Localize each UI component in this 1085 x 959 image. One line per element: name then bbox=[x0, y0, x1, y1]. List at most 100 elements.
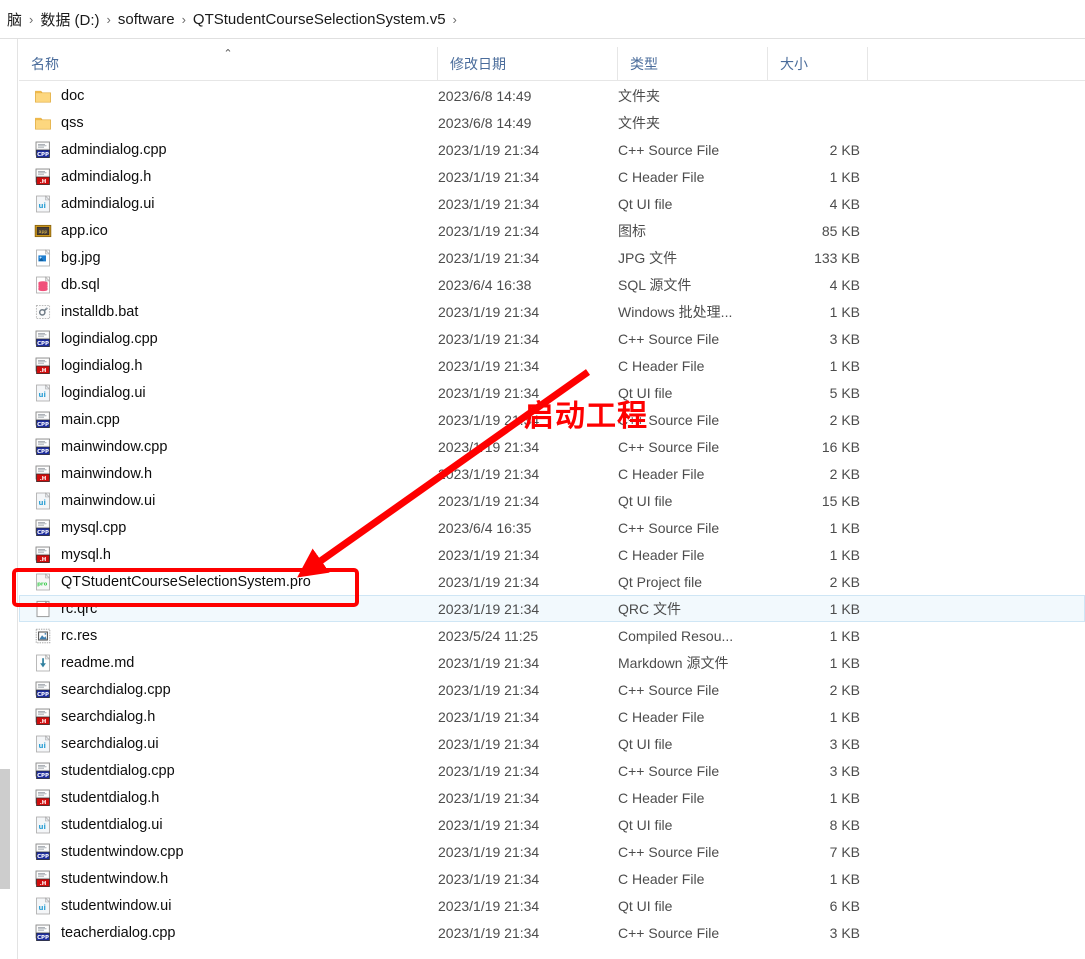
file-name-cell[interactable]: pro QTStudentCourseSelectionSystem.pro bbox=[20, 572, 438, 591]
file-name-cell[interactable]: CPP searchdialog.cpp bbox=[20, 681, 438, 699]
file-type-cell: C++ Source File bbox=[618, 141, 720, 158]
file-name-cell[interactable]: CPP mysql.cpp bbox=[20, 519, 438, 537]
file-size-cell: 3 KB bbox=[829, 735, 860, 752]
svg-text:app: app bbox=[39, 230, 48, 235]
file-date-cell: 2023/1/19 21:34 bbox=[438, 897, 540, 914]
h-file-icon: .H bbox=[34, 168, 52, 186]
file-row[interactable]: pro QTStudentCourseSelectionSystem.pro 20… bbox=[19, 568, 1085, 595]
file-name-cell[interactable]: bg.jpg bbox=[20, 248, 438, 267]
file-name-cell[interactable]: .H mysql.h bbox=[20, 546, 438, 564]
column-header-name[interactable]: ⌃ 名称 bbox=[19, 47, 437, 81]
file-name-cell[interactable]: readme.md bbox=[20, 653, 438, 672]
file-row[interactable]: .H studentdialog.h 2023/1/19 21:34 C Heade… bbox=[19, 784, 1085, 811]
file-name-label: studentwindow.ui bbox=[61, 897, 172, 914]
file-row[interactable]: ui mainwindow.ui 2023/1/19 21:34 Qt UI fil… bbox=[19, 487, 1085, 514]
ui-file-icon: ui bbox=[34, 491, 52, 510]
file-row[interactable]: qss 2023/6/8 14:49 文件夹 bbox=[19, 109, 1085, 136]
file-name-cell[interactable]: .H admindialog.h bbox=[20, 168, 438, 186]
file-row[interactable]: doc 2023/6/8 14:49 文件夹 bbox=[19, 82, 1085, 109]
file-date-cell: 2023/1/19 21:34 bbox=[438, 330, 540, 347]
file-name-cell[interactable]: ui studentwindow.ui bbox=[20, 896, 438, 915]
file-row[interactable]: app app.ico 2023/1/19 21:34 图标 85 KB bbox=[19, 217, 1085, 244]
file-row[interactable]: CPP studentdialog.cpp 2023/1/19 21:34 C++ … bbox=[19, 757, 1085, 784]
file-row[interactable]: CPP mainwindow.cpp 2023/1/19 21:34 C++ Sou… bbox=[19, 433, 1085, 460]
file-name-cell[interactable]: CPP mainwindow.cpp bbox=[20, 438, 438, 456]
file-row[interactable]: rc.qrc 2023/1/19 21:34 QRC 文件 1 KB bbox=[19, 595, 1085, 622]
file-date-cell: 2023/1/19 21:34 bbox=[438, 411, 540, 428]
svg-text:CPP: CPP bbox=[37, 449, 49, 455]
file-row[interactable]: bg.jpg 2023/1/19 21:34 JPG 文件 133 KB bbox=[19, 244, 1085, 271]
file-name-cell[interactable]: db.sql bbox=[20, 275, 438, 294]
file-row[interactable]: ui studentdialog.ui 2023/1/19 21:34 Qt UI … bbox=[19, 811, 1085, 838]
file-row[interactable]: CPP mysql.cpp 2023/6/4 16:35 C++ Source Fi… bbox=[19, 514, 1085, 541]
file-name-label: rc.res bbox=[61, 627, 98, 644]
breadcrumb-item-2[interactable]: software bbox=[113, 9, 180, 30]
file-name-cell[interactable]: CPP main.cpp bbox=[20, 411, 438, 429]
breadcrumb-item-3[interactable]: QTStudentCourseSelectionSystem.v5 bbox=[188, 9, 451, 30]
file-name-cell[interactable]: doc bbox=[20, 87, 438, 105]
file-row[interactable]: CPP logindialog.cpp 2023/1/19 21:34 C++ So… bbox=[19, 325, 1085, 352]
file-date-cell: 2023/1/19 21:34 bbox=[438, 438, 540, 455]
folder-icon bbox=[34, 87, 52, 105]
file-row[interactable]: CPP studentwindow.cpp 2023/1/19 21:34 C++ … bbox=[19, 838, 1085, 865]
file-size-cell: 1 KB bbox=[829, 519, 860, 536]
file-row[interactable]: CPP teacherdialog.cpp 2023/1/19 21:34 C++ … bbox=[19, 919, 1085, 946]
file-row[interactable]: ui logindialog.ui 2023/1/19 21:34 Qt UI fi… bbox=[19, 379, 1085, 406]
file-row[interactable]: rc.res 2023/5/24 11:25 Compiled Resou... 1 … bbox=[19, 622, 1085, 649]
file-name-cell[interactable]: app app.ico bbox=[20, 222, 438, 240]
file-row[interactable]: .H mainwindow.h 2023/1/19 21:34 C Header F… bbox=[19, 460, 1085, 487]
file-name-cell[interactable]: CPP studentwindow.cpp bbox=[20, 843, 438, 861]
column-header-date-modified[interactable]: 修改日期 bbox=[437, 46, 617, 81]
file-name-label: searchdialog.h bbox=[61, 708, 156, 725]
file-name-cell[interactable]: rc.qrc bbox=[20, 600, 438, 618]
navigation-pane-strip bbox=[0, 39, 18, 959]
file-name-cell[interactable]: ui mainwindow.ui bbox=[20, 491, 438, 510]
file-row[interactable]: .H mysql.h 2023/1/19 21:34 C Header File 1 … bbox=[19, 541, 1085, 568]
file-name-label: mysql.h bbox=[61, 546, 111, 563]
file-name-cell[interactable]: ui searchdialog.ui bbox=[20, 734, 438, 753]
file-row[interactable]: .H searchdialog.h 2023/1/19 21:34 C Header… bbox=[19, 703, 1085, 730]
file-size-cell: 3 KB bbox=[829, 330, 860, 347]
file-row[interactable]: .H logindialog.h 2023/1/19 21:34 C Header … bbox=[19, 352, 1085, 379]
breadcrumb-separator-icon: › bbox=[106, 11, 111, 27]
file-name-cell[interactable]: CPP logindialog.cpp bbox=[20, 330, 438, 348]
file-list[interactable]: doc 2023/6/8 14:49 文件夹 qss 2023/6/8 14:49 文件… bbox=[19, 82, 1085, 959]
column-header-size[interactable]: 大小 bbox=[767, 46, 867, 81]
file-row[interactable]: ui admindialog.ui 2023/1/19 21:34 Qt UI fi… bbox=[19, 190, 1085, 217]
file-name-label: logindialog.cpp bbox=[61, 330, 158, 347]
file-name-cell[interactable]: .H studentwindow.h bbox=[20, 870, 438, 888]
file-row[interactable]: readme.md 2023/1/19 21:34 Markdown 源文件 1 KB bbox=[19, 649, 1085, 676]
file-name-cell[interactable]: ui logindialog.ui bbox=[20, 383, 438, 402]
file-row[interactable]: .H admindialog.h 2023/1/19 21:34 C Header … bbox=[19, 163, 1085, 190]
column-header-size-label: 大小 bbox=[780, 55, 808, 72]
breadcrumb-item-1[interactable]: 数据 (D:) bbox=[35, 7, 104, 32]
file-name-cell[interactable]: rc.res bbox=[20, 627, 438, 645]
file-name-cell[interactable]: .H logindialog.h bbox=[20, 357, 438, 375]
navigation-pane-scrollbar[interactable] bbox=[0, 39, 10, 959]
file-row[interactable]: ui studentwindow.ui 2023/1/19 21:34 Qt UI … bbox=[19, 892, 1085, 919]
breadcrumb-item-0[interactable]: 脑 bbox=[2, 7, 27, 32]
breadcrumb[interactable]: 脑 › 数据 (D:) › software › QTStudentCourseSelect… bbox=[0, 0, 1085, 38]
file-name-cell[interactable]: .H mainwindow.h bbox=[20, 465, 438, 483]
file-row[interactable]: db.sql 2023/6/4 16:38 SQL 源文件 4 KB bbox=[19, 271, 1085, 298]
file-name-cell[interactable]: CPP teacherdialog.cpp bbox=[20, 924, 438, 942]
svg-text:CPP: CPP bbox=[37, 152, 49, 158]
file-row[interactable]: CPP main.cpp 2023/1/19 21:34 C++ Source Fi… bbox=[19, 406, 1085, 433]
file-row[interactable]: CPP searchdialog.cpp 2023/1/19 21:34 C++ S… bbox=[19, 676, 1085, 703]
file-name-cell[interactable]: ui studentdialog.ui bbox=[20, 815, 438, 834]
file-name-cell[interactable]: qss bbox=[20, 114, 438, 132]
file-name-cell[interactable]: installdb.bat bbox=[20, 303, 438, 321]
file-row[interactable]: ui searchdialog.ui 2023/1/19 21:34 Qt UI f… bbox=[19, 730, 1085, 757]
file-name-cell[interactable]: .H studentdialog.h bbox=[20, 789, 438, 807]
file-row[interactable]: .H studentwindow.h 2023/1/19 21:34 C Heade… bbox=[19, 865, 1085, 892]
navigation-pane-scroll-thumb[interactable] bbox=[0, 769, 10, 889]
file-type-cell: C++ Source File bbox=[618, 438, 720, 455]
file-name-cell[interactable]: .H searchdialog.h bbox=[20, 708, 438, 726]
file-date-cell: 2023/1/19 21:34 bbox=[438, 546, 540, 563]
column-header-type[interactable]: 类型 bbox=[617, 46, 767, 81]
file-row[interactable]: CPP admindialog.cpp 2023/1/19 21:34 C++ So… bbox=[19, 136, 1085, 163]
file-row[interactable]: installdb.bat 2023/1/19 21:34 Windows 批处理.… bbox=[19, 298, 1085, 325]
file-name-cell[interactable]: ui admindialog.ui bbox=[20, 194, 438, 213]
file-name-cell[interactable]: CPP admindialog.cpp bbox=[20, 141, 438, 159]
file-name-cell[interactable]: CPP studentdialog.cpp bbox=[20, 762, 438, 780]
